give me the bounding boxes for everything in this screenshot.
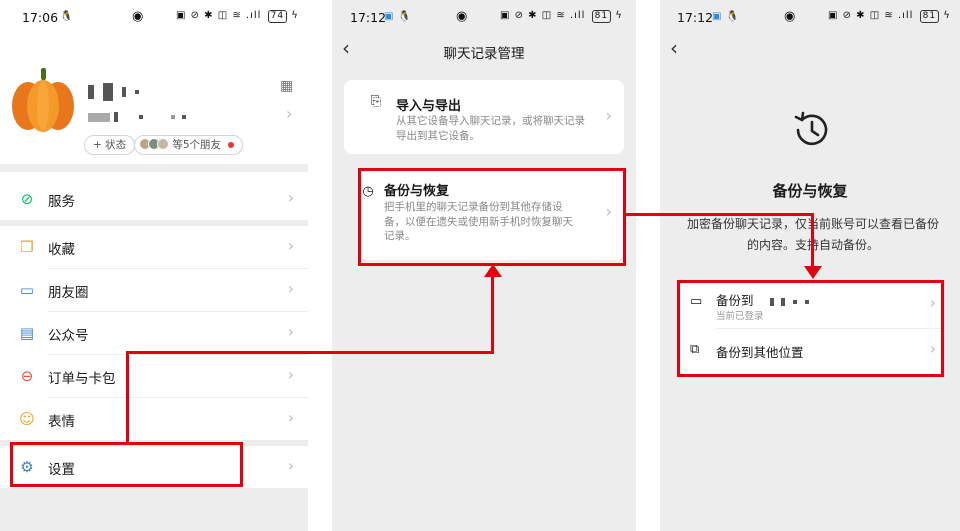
menu-label: 表情 bbox=[48, 414, 75, 430]
chevron-right-icon: › bbox=[287, 188, 294, 207]
import-export-card[interactable]: ⎘ 导入与导出 从其它设备导入聊天记录，或将聊天记录导出到其它设备。 › bbox=[344, 80, 624, 154]
status-time: 17:12 bbox=[677, 10, 714, 25]
status-bar: 17:06 🐧 ◉ ▣ ⊘ ✱ ◫ ≋ .ıll 74 ϟ bbox=[0, 0, 308, 34]
arrow-line bbox=[126, 351, 494, 354]
menu-label: 公众号 bbox=[48, 328, 89, 344]
menu-item-favorites[interactable]: ❒ 收藏 › bbox=[0, 226, 308, 268]
import-export-icon: ⎘ bbox=[370, 94, 382, 109]
official-accounts-icon: ▤ bbox=[19, 324, 35, 342]
wechat-id-masked bbox=[88, 110, 186, 123]
friend-avatars bbox=[139, 138, 169, 150]
orders-cards-icon: ⊖ bbox=[20, 367, 34, 385]
friends-pill-label: 等5个朋友 bbox=[172, 139, 222, 151]
arrow-line bbox=[626, 213, 814, 216]
status-time: 17:12 bbox=[350, 10, 387, 25]
status-bar: 17:12 ▣ 🐧 ◉ ▣ ⊘ ✱ ◫ ≋ .ıll 81 ϟ bbox=[660, 0, 960, 34]
service-icon: ⊘ bbox=[20, 190, 34, 208]
highlight-settings-box bbox=[10, 442, 243, 487]
favorites-icon: ❒ bbox=[20, 238, 34, 256]
chevron-right-icon: › bbox=[287, 322, 294, 341]
bottom-area bbox=[0, 488, 308, 531]
nickname-masked bbox=[88, 78, 139, 102]
arrow-up-icon bbox=[484, 264, 502, 277]
menu-label: 收藏 bbox=[48, 242, 75, 258]
nav-bar: ‹ 聊天记录管理 bbox=[332, 34, 636, 68]
card-description: 从其它设备导入聊天记录，或将聊天记录导出到其它设备。 bbox=[396, 115, 585, 142]
clock-history-icon bbox=[794, 111, 828, 146]
arrow-down-icon bbox=[804, 266, 822, 279]
friends-status-pill[interactable]: 等5个朋友 bbox=[134, 135, 244, 155]
menu-item-orders-cards[interactable]: ⊖ 订单与卡包 › bbox=[0, 355, 308, 397]
qr-code-icon[interactable]: ▦ bbox=[280, 78, 293, 94]
highlight-backup-card-box bbox=[358, 168, 626, 266]
nav-bar: ‹ bbox=[660, 34, 960, 68]
eye-icon: ◉ bbox=[784, 9, 796, 24]
red-dot-badge bbox=[228, 142, 235, 148]
menu-item-services[interactable]: ⊘ 服务 › bbox=[0, 178, 308, 220]
card-title: 导入与导出 bbox=[396, 99, 462, 114]
eye-icon: ◉ bbox=[456, 9, 468, 24]
chevron-right-icon: › bbox=[605, 106, 612, 125]
menu-label: 服务 bbox=[48, 194, 75, 210]
menu-item-official-accounts[interactable]: ▤ 公众号 › bbox=[0, 312, 308, 354]
status-bar: 17:12 ▣ 🐧 ◉ ▣ ⊘ ✱ ◫ ≋ .ıll 81 ϟ bbox=[332, 0, 636, 34]
arrow-line bbox=[811, 213, 814, 268]
menu-label: 订单与卡包 bbox=[48, 371, 116, 387]
app-notification-icon: ▣ bbox=[712, 11, 722, 22]
section-gap bbox=[0, 164, 308, 172]
battery-level: 81 bbox=[591, 10, 612, 23]
stickers-icon: ☺ bbox=[19, 410, 35, 428]
chevron-right-icon: › bbox=[287, 279, 294, 298]
avatar[interactable] bbox=[8, 66, 78, 134]
arrow-line bbox=[126, 351, 129, 443]
qq-notification-icon: 🐧 bbox=[60, 11, 73, 22]
eye-icon: ◉ bbox=[132, 9, 144, 24]
qq-notification-icon: 🐧 bbox=[726, 11, 739, 22]
system-icons: ▣ ⊘ ✱ ◫ ≋ .ıll 81 ϟ bbox=[500, 10, 623, 23]
qq-notification-icon: 🐧 bbox=[398, 11, 411, 22]
chevron-right-icon: › bbox=[287, 236, 294, 255]
page-title: 聊天记录管理 bbox=[443, 46, 525, 62]
page-title: 备份与恢复 bbox=[772, 182, 848, 200]
system-icons: ▣ ⊘ ✱ ◫ ≋ .ıll 81 ϟ bbox=[828, 10, 951, 23]
menu-item-moments[interactable]: ▭ 朋友圈 › bbox=[0, 269, 308, 311]
app-notification-icon: ▣ bbox=[384, 11, 394, 22]
back-chevron-icon[interactable]: ‹ bbox=[670, 36, 678, 60]
chevron-right-icon: › bbox=[287, 365, 294, 384]
menu-label: 朋友圈 bbox=[48, 285, 89, 301]
chevron-right-icon: › bbox=[287, 408, 294, 427]
status-time: 17:06 bbox=[22, 10, 59, 25]
profile-header[interactable]: ▦ › + 状态 等5个朋友 bbox=[0, 34, 308, 164]
chevron-right-icon: › bbox=[286, 104, 293, 123]
status-button[interactable]: + 状态 bbox=[84, 135, 136, 155]
battery-level: 81 bbox=[919, 10, 940, 23]
moments-icon: ▭ bbox=[19, 281, 35, 299]
chevron-right-icon: › bbox=[287, 456, 294, 475]
arrow-line bbox=[491, 276, 494, 354]
highlight-backup-options-box bbox=[677, 280, 944, 377]
battery-level: 74 bbox=[267, 10, 288, 23]
system-icons: ▣ ⊘ ✱ ◫ ≋ .ıll 74 ϟ bbox=[176, 10, 299, 23]
menu-item-stickers[interactable]: ☺ 表情 › bbox=[0, 398, 308, 440]
